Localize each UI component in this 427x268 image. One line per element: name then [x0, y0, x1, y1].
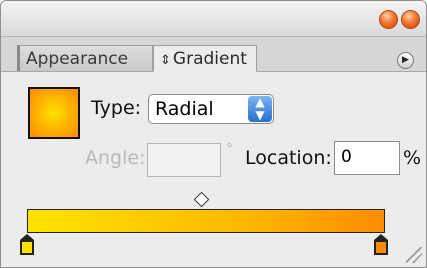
type-label: Type: — [91, 97, 142, 119]
gradient-panel: Appearance ⇕ Gradient ▶ Type: Radial ▲ ▼ A… — [0, 0, 427, 268]
degree-symbol: ° — [226, 141, 233, 157]
minimize-button[interactable] — [379, 10, 398, 29]
gradient-stop-start[interactable] — [20, 234, 34, 255]
angle-label: Angle: — [85, 147, 146, 169]
gradient-slider-bar[interactable] — [27, 209, 385, 233]
location-value: 0 — [341, 147, 352, 167]
tab-bar: Appearance ⇕ Gradient ▶ — [1, 37, 426, 72]
select-arrows-icon: ▲ ▼ — [248, 96, 272, 122]
up-down-arrows-icon: ⇕ — [160, 53, 171, 68]
play-triangle-icon: ▶ — [402, 55, 409, 65]
tab-appearance-label: Appearance — [26, 49, 129, 69]
resize-grip-icon[interactable] — [406, 247, 422, 263]
midpoint-diamond[interactable] — [193, 191, 210, 208]
title-bar[interactable] — [1, 1, 426, 37]
location-field[interactable]: 0 — [334, 141, 400, 175]
gradient-swatch[interactable] — [28, 87, 80, 139]
close-button[interactable] — [401, 10, 420, 29]
angle-field — [147, 143, 221, 177]
type-select[interactable]: Radial ▲ ▼ — [148, 94, 274, 124]
location-label: Location: — [245, 147, 332, 169]
type-select-value: Radial — [155, 98, 214, 120]
gradient-stop-end[interactable] — [374, 234, 388, 255]
tab-gradient-label: Gradient — [172, 49, 247, 69]
panel-menu-button[interactable]: ▶ — [397, 52, 414, 69]
percent-symbol: % — [403, 147, 422, 169]
tab-gradient[interactable]: ⇕ Gradient — [153, 45, 257, 72]
tab-appearance[interactable]: Appearance — [17, 45, 153, 71]
